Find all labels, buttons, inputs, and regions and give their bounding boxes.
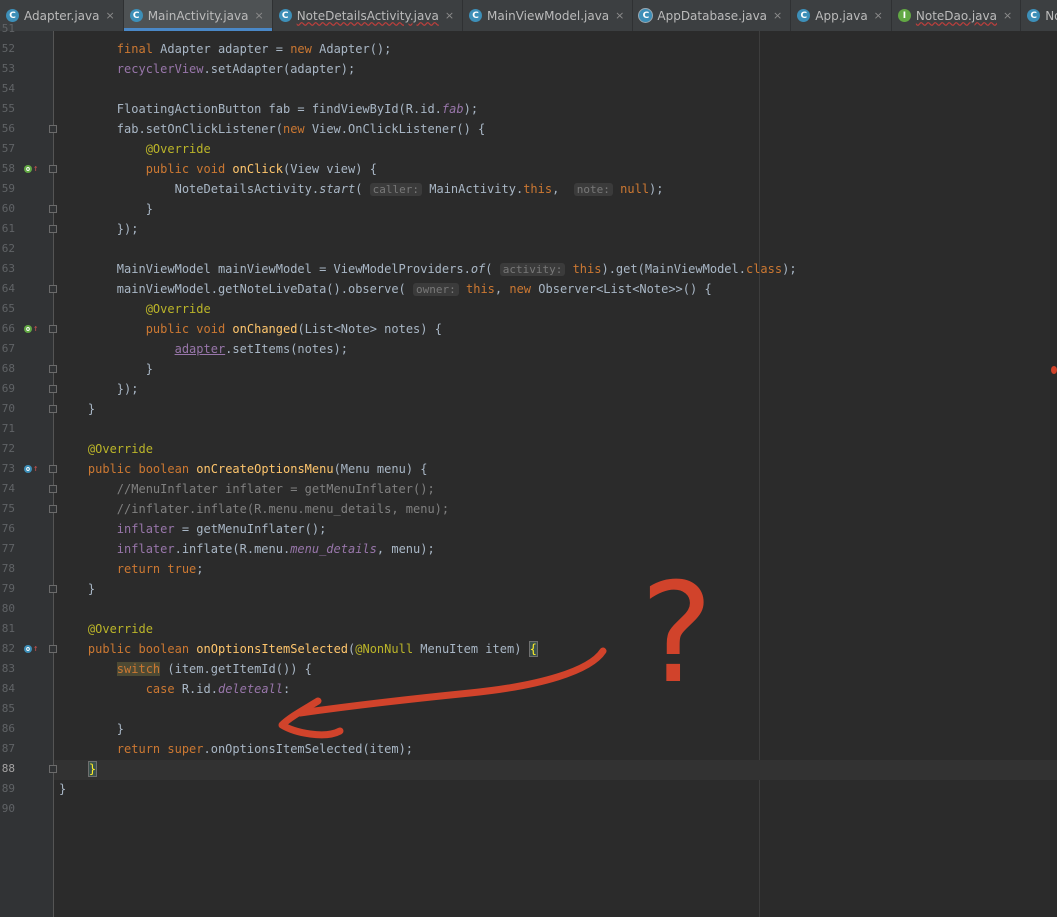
- code-line: 75 //inflater.inflate(R.menu.menu_detail…: [1, 502, 450, 516]
- code-line: 81 @Override: [1, 622, 153, 636]
- code-line: 56 fab.setOnClickListener(new View.OnCli…: [1, 122, 486, 136]
- code-line: 76 inflater = getMenuInflater();: [1, 522, 327, 536]
- fold-icon[interactable]: [49, 485, 57, 493]
- code-line: 58 o ↑ public void onClick(View view) {: [0, 159, 1057, 179]
- code-line: 72 @Override: [1, 442, 153, 456]
- code-line: 64 mainViewModel.getNoteLiveData().obser…: [1, 282, 712, 296]
- code-line: 54: [1, 82, 15, 95]
- code-line: 85: [1, 702, 15, 715]
- code-line: 84 case R.id.deleteall:: [1, 682, 291, 696]
- code-lines: 51 52 final Adapter adapter = new Adapte…: [0, 19, 1057, 819]
- code-line: 59 NoteDetailsActivity.start( caller: Ma…: [1, 182, 664, 196]
- code-line: 77 inflater.inflate(R.menu.menu_details,…: [1, 542, 435, 556]
- code-line: 57 @Override: [1, 142, 211, 156]
- code-line: 88 }: [1, 761, 98, 777]
- override-icon[interactable]: o: [24, 645, 32, 653]
- code-line: 86 }: [1, 722, 125, 736]
- fold-icon[interactable]: [49, 765, 57, 773]
- code-line: 51: [1, 22, 15, 35]
- fold-icon[interactable]: [49, 325, 57, 333]
- up-arrow-icon: ↑: [33, 644, 39, 654]
- code-editor[interactable]: 51 52 final Adapter adapter = new Adapte…: [0, 22, 1057, 917]
- code-line: 67 adapter.setItems(notes);: [1, 342, 348, 356]
- code-line: 74 //MenuInflater inflater = getMenuInfl…: [1, 482, 435, 496]
- code-line: 90: [1, 802, 15, 815]
- fold-icon[interactable]: [49, 505, 57, 513]
- code-line: 78 return true;: [1, 562, 204, 576]
- code-line: 63 MainViewModel mainViewModel = ViewMod…: [1, 262, 797, 276]
- code-line: 80: [1, 602, 15, 615]
- up-arrow-icon: ↑: [33, 464, 39, 474]
- code-line: 60 }: [1, 202, 153, 216]
- code-line: 68 }: [1, 362, 153, 376]
- code-line: 53 recyclerView.setAdapter(adapter);: [1, 62, 356, 76]
- fold-icon[interactable]: [49, 125, 57, 133]
- code-line: 87 return super.onOptionsItemSelected(it…: [1, 742, 414, 756]
- fold-icon[interactable]: [49, 405, 57, 413]
- code-line: 82 o ↑ public boolean onOptionsItemSelecte…: [0, 639, 1057, 659]
- code-line: 83 switch (item.getItemId()) {: [1, 662, 312, 676]
- code-line: 55 FloatingActionButton fab = findViewBy…: [1, 102, 479, 116]
- fold-icon[interactable]: [49, 165, 57, 173]
- override-icon[interactable]: o: [24, 465, 32, 473]
- fold-icon[interactable]: [49, 465, 57, 473]
- code-line: 69 });: [1, 382, 139, 396]
- code-line: 62: [1, 242, 15, 255]
- up-arrow-icon: ↑: [33, 164, 39, 174]
- override-icon[interactable]: o: [24, 165, 32, 173]
- code-line: 61 });: [1, 222, 139, 236]
- code-line: 79 }: [1, 582, 96, 596]
- code-line: 71: [1, 422, 15, 435]
- code-line: 52 final Adapter adapter = new Adapter()…: [1, 42, 392, 56]
- code-line: 70 }: [1, 402, 96, 416]
- fold-icon[interactable]: [49, 645, 57, 653]
- fold-icon[interactable]: [49, 285, 57, 293]
- fold-icon[interactable]: [49, 225, 57, 233]
- fold-icon[interactable]: [49, 365, 57, 373]
- override-icon[interactable]: o: [24, 325, 32, 333]
- code-line: 66 o ↑ public void onChanged(List<Note> no…: [0, 319, 1057, 339]
- fold-icon[interactable]: [49, 585, 57, 593]
- up-arrow-icon: ↑: [33, 324, 39, 334]
- fold-icon[interactable]: [49, 385, 57, 393]
- code-line: 89}: [1, 782, 67, 796]
- code-line: 65 @Override: [1, 302, 211, 316]
- code-line: 73 o ↑ public boolean onCreateOptionsMenu(…: [0, 459, 1057, 479]
- fold-icon[interactable]: [49, 205, 57, 213]
